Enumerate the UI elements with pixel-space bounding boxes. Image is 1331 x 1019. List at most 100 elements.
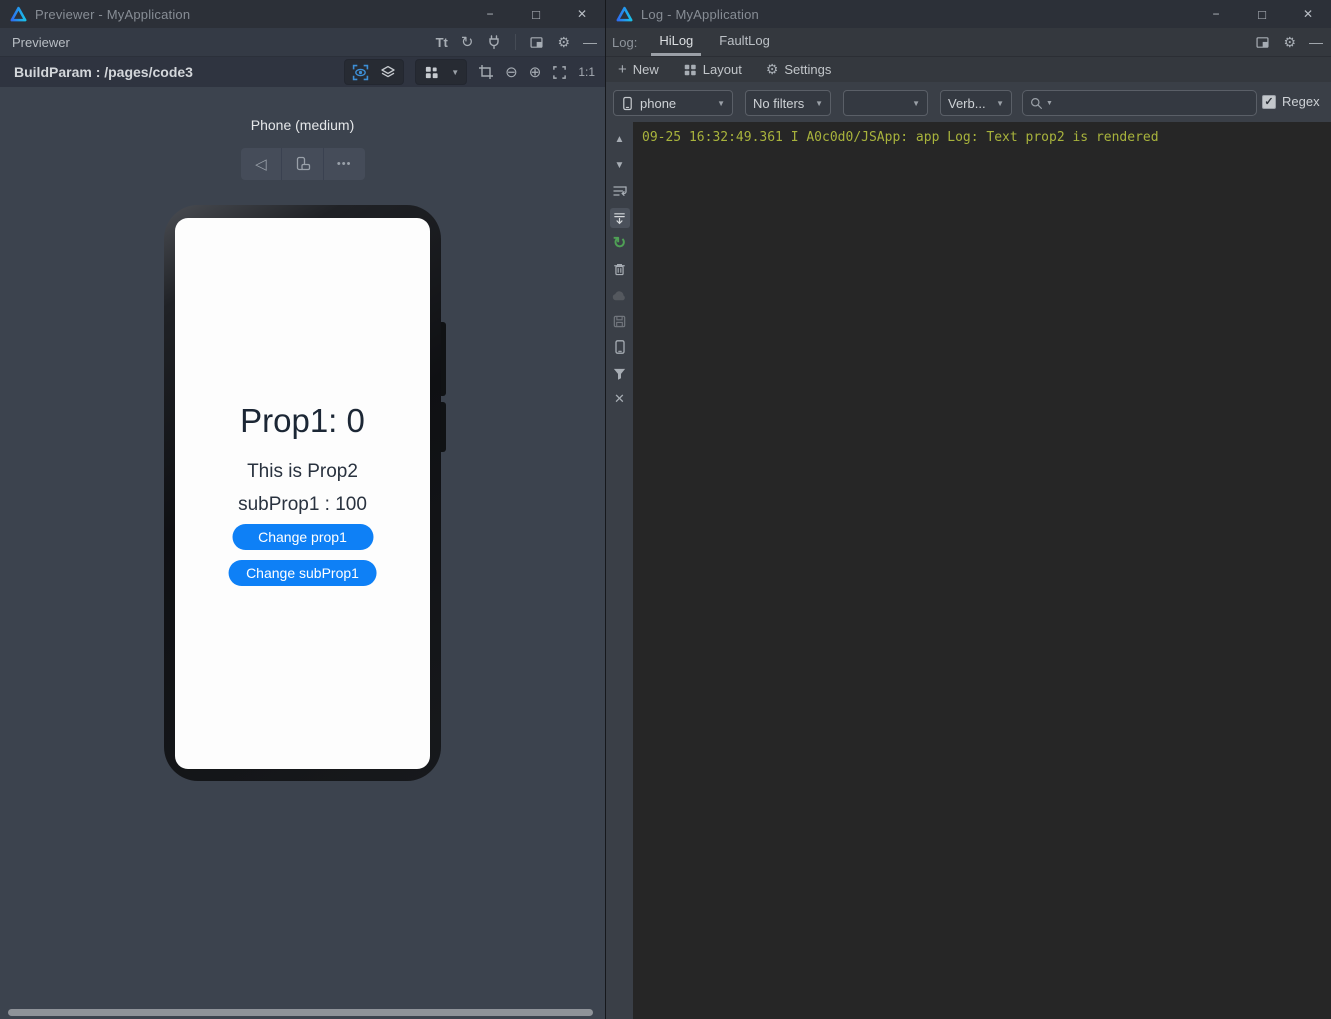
regex-checkbox[interactable]: ✓: [1262, 95, 1276, 109]
cloud-button[interactable]: [610, 286, 630, 304]
soft-wrap-button[interactable]: [610, 182, 630, 200]
deveco-logo-icon: [616, 6, 633, 23]
device-control-group: ◁ •••: [241, 148, 365, 180]
change-subprop1-button[interactable]: Change subProp1: [228, 560, 377, 586]
minimize-button[interactable]: −: [1193, 0, 1239, 28]
plug-icon[interactable]: [486, 34, 502, 50]
close-button[interactable]: ✕: [559, 0, 605, 28]
filter-button[interactable]: [610, 364, 630, 382]
layout-grid-icon: [683, 63, 697, 77]
maximize-button[interactable]: □: [1239, 0, 1285, 28]
filters-select[interactable]: No filters ▼: [745, 90, 831, 116]
log-content: ▲ ▼ ↻: [606, 122, 1331, 1019]
filter-icon: [612, 366, 627, 381]
restart-session-button[interactable]: ↻: [610, 234, 630, 252]
new-button[interactable]: + New: [618, 61, 659, 78]
build-param-bar: BuildParam : /pages/code3: [0, 57, 605, 87]
panel-layout-icon[interactable]: [1255, 35, 1270, 50]
clear-log-button[interactable]: [610, 260, 630, 278]
fit-to-screen-icon[interactable]: [552, 65, 567, 80]
eye-focus-icon: [352, 64, 369, 81]
back-icon: ◁: [255, 155, 267, 173]
scroll-to-end-icon: [612, 211, 627, 226]
log-level-select[interactable]: Verb... ▼: [940, 90, 1012, 116]
search-history-arrow-icon[interactable]: ▼: [1046, 100, 1053, 107]
regex-label: Regex: [1282, 94, 1320, 109]
save-icon: [612, 314, 627, 329]
window-controls: − □ ✕: [1193, 0, 1331, 28]
inspector-toggle-group: [344, 59, 404, 85]
window-title: Previewer - MyApplication: [35, 7, 190, 22]
phone-screen: Prop1: 0 This is Prop2 subProp1 : 100 Ch…: [175, 218, 430, 769]
log-output-panel[interactable]: 09-25 16:32:49.361 I A0c0d0/JSApp: app L…: [633, 122, 1331, 1019]
chevron-down-icon: ▼: [996, 99, 1004, 108]
search-input[interactable]: [1055, 91, 1250, 115]
module-select[interactable]: ▼: [843, 90, 928, 116]
save-log-button[interactable]: [610, 312, 630, 330]
log-toolbar: + New Layout ⚙ Settings: [606, 57, 1331, 82]
prop2-text: This is Prop2: [247, 461, 358, 483]
maximize-button[interactable]: □: [513, 0, 559, 28]
settings-button[interactable]: ⚙ Settings: [766, 61, 832, 78]
log-search-box[interactable]: ▼: [1022, 90, 1257, 116]
close-log-button[interactable]: ✕: [610, 390, 630, 408]
grid-dropdown-arrow[interactable]: ▼: [447, 62, 463, 82]
scroll-down-button[interactable]: ▼: [610, 156, 630, 174]
scroll-up-icon: ▲: [615, 134, 625, 145]
device-log-button[interactable]: [610, 338, 630, 356]
previewer-tab-row: Previewer Tt ↻ ⚙ —: [0, 28, 605, 57]
hide-panel-icon[interactable]: —: [583, 34, 597, 50]
phone-icon: [621, 96, 634, 111]
close-icon: ✕: [614, 391, 625, 407]
log-filter-bar: phone ▼ No filters ▼ ▼ Verb... ▼ ▼ ✓: [606, 82, 1331, 122]
device-label: Phone (medium): [0, 117, 605, 133]
minimize-button[interactable]: −: [467, 0, 513, 28]
log-level-value: Verb...: [948, 96, 990, 111]
one-to-one-button[interactable]: 1:1: [578, 65, 595, 79]
tab-hilog[interactable]: HiLog: [651, 28, 701, 56]
layers-button[interactable]: [376, 62, 400, 82]
crop-icon[interactable]: [478, 64, 494, 80]
zoom-out-icon[interactable]: ⊖: [505, 63, 518, 81]
settings-label: Settings: [784, 62, 831, 77]
regex-toggle[interactable]: ✓ Regex: [1262, 94, 1320, 109]
layout-label: Layout: [703, 62, 742, 77]
log-line: 09-25 16:32:49.361 I A0c0d0/JSApp: app L…: [642, 130, 1331, 145]
refresh-icon[interactable]: ↻: [461, 33, 474, 51]
log-titlebar: Log - MyApplication − □ ✕: [606, 0, 1331, 28]
horizontal-scrollbar[interactable]: [8, 1009, 593, 1016]
tab-faultlog[interactable]: FaultLog: [711, 28, 778, 56]
tab-previewer[interactable]: Previewer: [12, 35, 70, 50]
rotate-device-button[interactable]: [281, 148, 323, 180]
gear-icon[interactable]: ⚙: [1283, 34, 1296, 51]
device-select-value: phone: [640, 96, 711, 111]
device-select[interactable]: phone ▼: [613, 90, 733, 116]
panel-layout-icon[interactable]: [529, 35, 544, 50]
font-settings-icon[interactable]: Tt: [436, 35, 448, 50]
phone-mockup: Prop1: 0 This is Prop2 subProp1 : 100 Ch…: [164, 205, 441, 781]
back-button[interactable]: ◁: [241, 148, 282, 180]
change-prop1-button[interactable]: Change prop1: [232, 524, 373, 550]
grid-mode-group[interactable]: ▼: [415, 59, 467, 85]
prop1-text: Prop1: 0: [240, 402, 365, 440]
chevron-down-icon: ▼: [451, 68, 459, 77]
inspect-button[interactable]: [348, 62, 372, 82]
layout-button[interactable]: Layout: [683, 62, 742, 77]
soft-wrap-icon: [612, 183, 628, 199]
build-param-label: BuildParam : /pages/code3: [14, 64, 193, 80]
previewer-tab-icons: Tt ↻ ⚙ —: [436, 33, 597, 51]
preview-toolbar-icons: ▼ ⊖ ⊕ 1:1: [344, 59, 595, 85]
zoom-in-icon[interactable]: ⊕: [529, 63, 542, 81]
search-icon: [1029, 96, 1044, 111]
hide-panel-icon[interactable]: —: [1309, 34, 1323, 50]
grid-view-button[interactable]: [419, 62, 443, 82]
scroll-up-button[interactable]: ▲: [610, 130, 630, 148]
delete-icon: [612, 262, 627, 277]
window-title: Log - MyApplication: [641, 7, 759, 22]
more-options-button[interactable]: •••: [323, 148, 365, 180]
previewer-window: Previewer - MyApplication − □ ✕ Previewe…: [0, 0, 605, 1019]
close-button[interactable]: ✕: [1285, 0, 1331, 28]
gear-icon[interactable]: ⚙: [557, 34, 570, 51]
scroll-to-end-button[interactable]: [610, 208, 630, 228]
rotate-device-icon: [294, 155, 312, 173]
